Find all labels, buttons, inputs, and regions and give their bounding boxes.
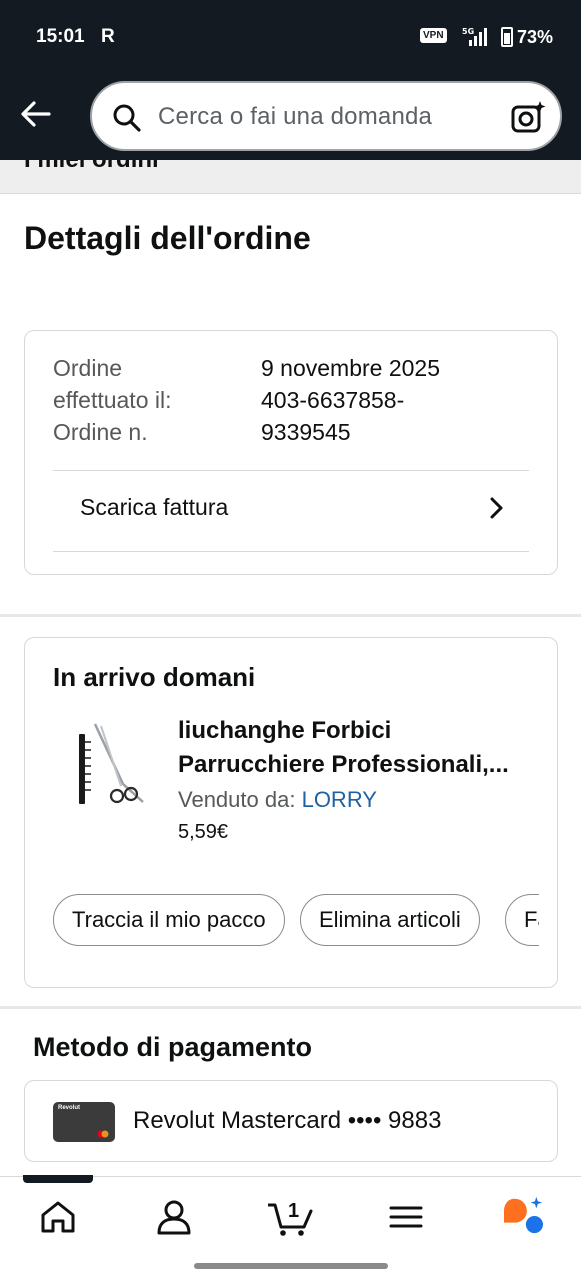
card-brand: Revolut (58, 1105, 81, 1111)
order-number-label: Ordine n. (53, 419, 148, 445)
breadcrumb-label[interactable]: I miei ordini (24, 160, 159, 174)
next-action-button[interactable]: Fa (505, 894, 539, 946)
active-tab-indicator (23, 1175, 93, 1183)
gesture-bar[interactable] (194, 1263, 388, 1269)
order-number-value-line2: 9339545 (261, 419, 351, 445)
more-actions-clip: Fa (505, 894, 539, 946)
vpn-icon: VPN (420, 28, 447, 43)
payment-method-card[interactable]: Revolut Revolut Mastercard •••• 9883 (24, 1080, 558, 1162)
divider (53, 470, 529, 471)
status-time: 15:01 (36, 26, 85, 47)
payment-heading: Metodo di pagamento (33, 1032, 312, 1062)
home-icon[interactable] (38, 1197, 78, 1237)
payment-card-label: Revolut Mastercard •••• 9883 (133, 1107, 442, 1134)
product-title-line2[interactable]: Parrucchiere Professionali,... (178, 748, 538, 782)
order-info-card: Ordine effettuato il: 9 novembre 2025 40… (24, 330, 558, 575)
seller-info: Venduto da: LORRY (178, 787, 377, 813)
status-bar: 15:01 R VPN 5G 73% (0, 0, 581, 76)
search-icon (113, 104, 141, 132)
track-package-button[interactable]: Traccia il mio pacco (53, 894, 285, 946)
app-notification-icon: R (101, 26, 115, 47)
product-price: 5,59€ (178, 821, 229, 843)
bottom-navigation: 1 (0, 1175, 581, 1280)
cart-count: 1 (288, 1200, 299, 1222)
network-label: 5G (462, 27, 474, 36)
shipment-heading: In arrivo domani (53, 662, 256, 692)
product-title-line1[interactable]: liuchanghe Forbici (178, 714, 538, 748)
camera-search-icon[interactable] (510, 99, 546, 135)
menu-icon[interactable] (386, 1197, 426, 1237)
download-invoice-link[interactable]: Scarica fattura (80, 494, 228, 521)
order-date-label-line1: Ordine (53, 355, 123, 381)
search-input[interactable]: Cerca o fai una domanda (158, 103, 432, 131)
seller-link[interactable]: LORRY (302, 787, 377, 812)
credit-card-icon: Revolut (53, 1102, 115, 1142)
order-date-label-line2: effettuato il: (53, 387, 172, 413)
order-date-value: 9 novembre 2025 (261, 355, 441, 381)
seller-prefix: Venduto da: (178, 787, 296, 812)
battery-icon (501, 27, 513, 47)
account-icon[interactable] (154, 1197, 194, 1237)
battery-percent: 73% (517, 27, 554, 47)
cart-icon[interactable]: 1 (268, 1197, 314, 1237)
rufus-icon[interactable] (500, 1195, 546, 1235)
page-title: Dettagli dell'ordine (24, 220, 311, 256)
back-arrow-icon[interactable] (18, 96, 54, 132)
signal-5g-icon: 5G (462, 27, 487, 46)
delete-items-button[interactable]: Elimina articoli (300, 894, 480, 946)
chevron-right-icon[interactable] (485, 495, 509, 521)
product-title[interactable]: liuchanghe Forbici Parrucchiere Professi… (178, 714, 538, 782)
product-image[interactable] (65, 722, 147, 812)
mastercard-icon (97, 1130, 109, 1138)
shipment-card: In arrivo domani liuchanghe Forbici Parr… (24, 637, 558, 988)
breadcrumb[interactable]: I miei ordini (0, 160, 581, 194)
app-header: 15:01 R VPN 5G 73% Cerca o fai una doman… (0, 0, 581, 160)
search-bar[interactable]: Cerca o fai una domanda (90, 81, 562, 151)
divider (53, 551, 529, 552)
section-separator (0, 1006, 581, 1009)
section-separator (0, 614, 581, 617)
order-number-value-line1: 403-6637858- (261, 387, 405, 413)
